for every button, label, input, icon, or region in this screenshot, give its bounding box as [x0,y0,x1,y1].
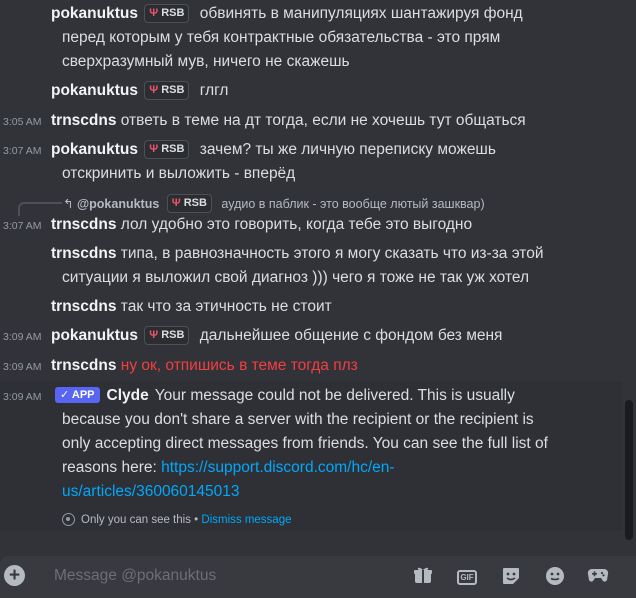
badge-label: RSB [161,143,185,155]
reply-author[interactable]: @pokanuktus [77,197,159,211]
ephemeral-text: Only you can see this [81,514,191,526]
message-text: Your message could not be delivered. Thi… [154,387,515,404]
emoji-icon[interactable] [544,566,566,586]
badge-label: RSB [161,7,185,19]
message-text: перед которым у тебя контрактные обязате… [62,29,501,46]
timestamp: 3:07 AM [3,145,42,157]
badge-icon: Ψ [149,143,159,155]
separator: • [194,514,199,526]
add-icon[interactable]: + [4,565,25,586]
reply-preview[interactable]: ↰ @pokanuktus Ψ RSB аудио в паблик - это … [63,194,485,213]
message-text: ответь в теме на дт тогда, если не хочеш… [120,112,526,129]
username[interactable]: Clyde [107,387,149,404]
timestamp: 3:09 AM [3,391,42,403]
support-link[interactable]: us/articles/360060145013 [62,483,240,500]
badge-icon: Ψ [149,329,159,341]
reply-text: аудио в паблик - это вообще лютый зашква… [221,197,485,211]
reply-icon: ↰ [63,197,74,211]
username[interactable]: pokanuktus [51,141,138,158]
username[interactable]: trnscdns [51,216,116,233]
ephemeral-note: Only you can see this • Dismiss message [62,512,292,528]
username[interactable]: pokanuktus [51,5,138,22]
badge-icon: Ψ [149,84,159,96]
badge-icon: Ψ [171,197,181,209]
username[interactable]: trnscdns [51,357,116,374]
username[interactable]: trnscdns [51,245,116,262]
username[interactable]: trnscdns [51,298,116,315]
message-text: глгл [199,82,229,99]
message-text: дальнейшее общение с фондом без меня [199,327,503,344]
message-text: типа, в равнозначность этого я могу сказ… [120,245,544,262]
message-text: отскринить и выложить - вперёд [62,165,296,182]
badge-label: RSB [183,197,207,209]
gif-label: GIF [457,570,477,585]
timestamp: 3:07 AM [3,220,42,232]
role-badge[interactable]: Ψ RSB [144,81,190,100]
app-tag-label: APP [71,389,95,401]
message-list[interactable]: pokanuktus Ψ RSB обвинять в манипуляциях … [0,0,622,540]
message-text: reasons here: [62,459,162,476]
app-tag: ✓ APP [55,387,100,403]
message-text: лол удобно это говорить, когда тебе это … [120,216,473,233]
dismiss-message-link[interactable]: Dismiss message [201,514,291,526]
timestamp: 3:05 AM [3,116,42,128]
message-text: ситуации я выложил свой диагноз ))) чего… [62,269,530,286]
username[interactable]: pokanuktus [51,327,138,344]
timestamp: 3:09 AM [3,331,42,343]
message-input[interactable]: Message @pokanuktus [54,567,216,585]
badge-label: RSB [161,84,185,96]
sticker-icon[interactable] [500,566,522,586]
gift-icon[interactable] [412,566,434,586]
badge-label: RSB [161,329,185,341]
username[interactable]: pokanuktus [51,82,138,99]
message-text: так что за этичность не стоит [120,298,332,315]
message-composer[interactable]: + Message @pokanuktus GIF [0,556,636,598]
badge-icon: Ψ [149,7,159,19]
timestamp: 3:09 AM [3,361,42,373]
eye-icon [62,513,75,526]
message-text: ну ок, отпишись в теме тогда плз [120,357,358,374]
role-badge[interactable]: Ψ RSB [144,4,190,23]
username[interactable]: trnscdns [51,112,116,129]
message-text: only accepting direct messages from frie… [62,435,548,452]
check-icon: ✓ [60,389,70,401]
support-link[interactable]: https://support.discord.com/hc/en- [161,459,394,476]
role-badge[interactable]: Ψ RSB [144,140,190,159]
message-text: because you don't share a server with th… [62,411,534,428]
role-badge[interactable]: Ψ RSB [144,326,190,345]
message-text: сверхразумный мув, ничего не скажешь [62,53,350,70]
role-badge[interactable]: Ψ RSB [166,194,212,213]
message-text: зачем? ты же личную переписку можешь [199,141,496,158]
game-icon[interactable] [587,566,609,586]
message-text: обвинять в манипуляциях шантажируя фонд [199,5,523,22]
gif-icon[interactable]: GIF [456,566,478,586]
scrollbar[interactable] [625,400,633,540]
